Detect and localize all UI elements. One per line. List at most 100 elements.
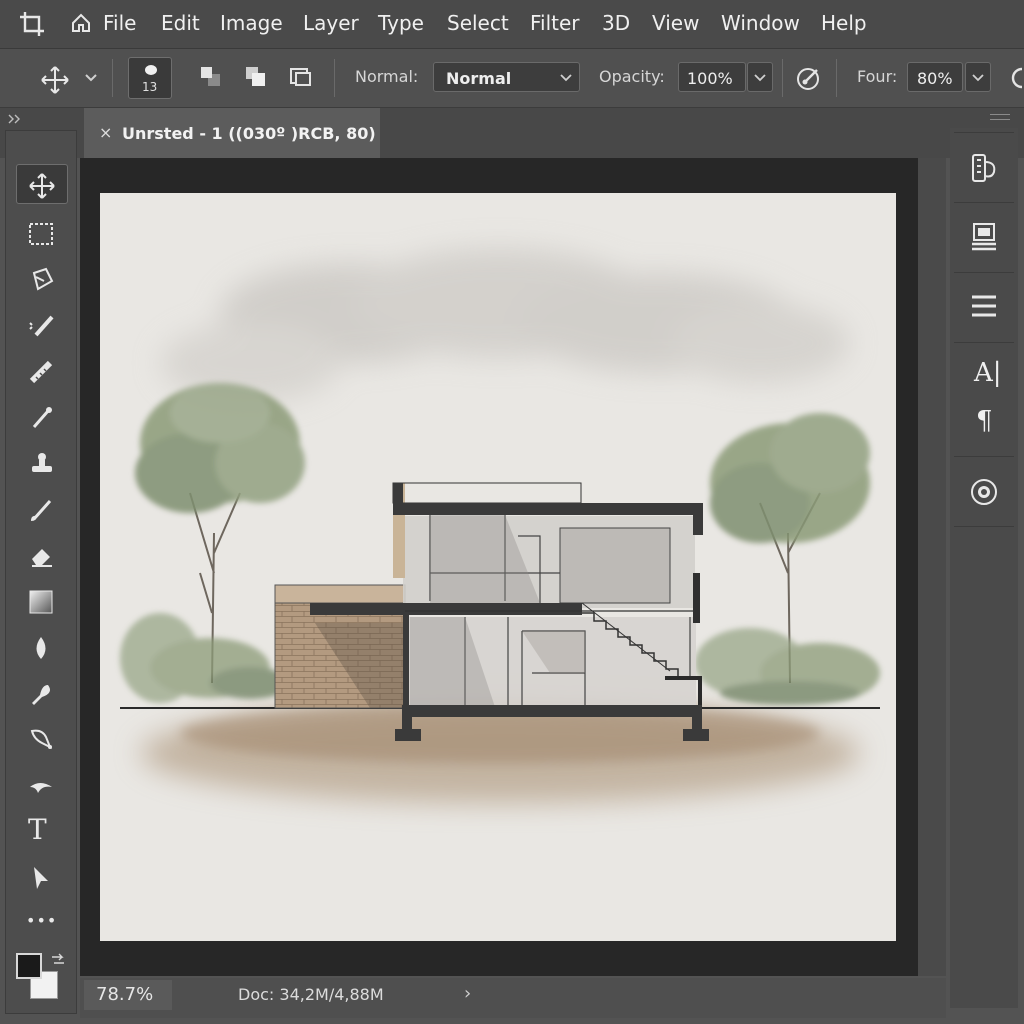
home-icon[interactable] — [70, 12, 92, 34]
right-panel-dock: A| ¶ — [950, 128, 1018, 1008]
path-selection-tool[interactable] — [16, 857, 68, 897]
opacity-dropdown[interactable] — [747, 62, 773, 92]
menu-window[interactable]: Window — [721, 11, 800, 35]
paragraph-panel-button[interactable]: ¶ — [976, 406, 993, 436]
crop-tool[interactable] — [16, 351, 68, 391]
blend-mode-select[interactable]: Normal — [433, 62, 580, 92]
menu-view[interactable]: View — [652, 11, 699, 35]
swap-colors-icon[interactable] — [50, 953, 66, 967]
panel-divider — [954, 132, 1014, 133]
arrow-select-icon — [34, 867, 48, 889]
options-divider — [836, 59, 837, 97]
brush-icon — [31, 500, 52, 521]
pen-tool[interactable] — [16, 719, 68, 759]
lasso-icon — [32, 267, 54, 291]
menu-3d[interactable]: 3D — [602, 11, 630, 35]
menu-layer[interactable]: Layer — [303, 11, 359, 35]
opacity-input[interactable]: 100% — [678, 62, 746, 92]
panel-divider — [954, 272, 1014, 273]
status-menu-arrow[interactable]: › — [464, 983, 471, 1004]
document-tab-title: Unrsted - 1 ((030º )RCB, 80) — [122, 124, 376, 143]
brush-preset-picker[interactable]: 13 — [128, 57, 172, 99]
chevron-down-icon — [754, 74, 766, 82]
menu-help[interactable]: Help — [821, 11, 867, 35]
brush-size-value: 13 — [142, 80, 158, 94]
marquee-tool[interactable] — [16, 213, 68, 253]
color-panel-button[interactable] — [952, 464, 1016, 524]
dodge-icon — [32, 685, 50, 705]
more-tools[interactable]: ••• — [16, 903, 68, 943]
options-divider — [112, 59, 113, 97]
options-bar: 13 Normal: Normal Opacity: 100% Four: 80… — [0, 49, 1024, 108]
move-icon — [29, 173, 55, 199]
pressure-opacity-icon[interactable] — [795, 64, 823, 92]
properties-panel-button[interactable] — [952, 208, 1016, 268]
ellipsis-icon: ••• — [26, 911, 58, 930]
menu-select[interactable]: Select — [447, 11, 509, 35]
options-divider — [334, 59, 335, 97]
document-tab[interactable]: × Unrsted - 1 ((030º )RCB, 80) — [84, 108, 380, 158]
layers-panel-button[interactable] — [952, 278, 1016, 338]
drop-icon — [36, 637, 46, 659]
eraser-tool[interactable] — [16, 535, 68, 575]
ruler-icon — [29, 360, 53, 384]
menu-edit[interactable]: Edit — [161, 11, 200, 35]
healing-brush-tool[interactable] — [16, 397, 68, 437]
dodge-tool[interactable] — [16, 673, 68, 713]
menu-image[interactable]: Image — [220, 11, 283, 35]
lasso-tool[interactable] — [16, 259, 68, 299]
chevron-down-icon — [560, 74, 572, 82]
crop-icon[interactable] — [18, 10, 46, 38]
gradient-tool[interactable] — [16, 581, 68, 621]
history-icon — [972, 154, 996, 182]
blur-tool[interactable] — [16, 627, 68, 667]
mode-label: Normal: — [355, 67, 419, 86]
quick-selection-tool[interactable] — [16, 305, 68, 345]
flow-label: Four: — [857, 67, 898, 86]
brush-settings-icon[interactable] — [198, 64, 224, 90]
color-wheel-icon — [971, 479, 997, 505]
type-tool[interactable]: T — [16, 811, 68, 851]
character-panel-button[interactable]: A| — [974, 358, 1002, 388]
clone-stamp-tool[interactable] — [16, 443, 68, 483]
gradient-icon — [29, 590, 53, 614]
brush-tip-icon — [145, 65, 157, 75]
blend-mode-value: Normal — [446, 69, 512, 88]
brush-tool[interactable] — [16, 489, 68, 529]
opacity-value: 100% — [687, 69, 733, 88]
clone-source-icon[interactable] — [243, 64, 269, 90]
panel-grip[interactable] — [990, 114, 1010, 120]
type-icon: T — [28, 813, 47, 846]
zoom-level[interactable]: 78.7% — [96, 984, 153, 1005]
eraser-icon — [32, 549, 52, 567]
architectural-section-artwork — [120, 248, 880, 803]
chevron-down-icon — [972, 74, 984, 82]
properties-icon — [972, 223, 996, 251]
menu-type[interactable]: Type — [378, 11, 424, 35]
menu-lines-icon — [972, 295, 996, 317]
move-tool[interactable] — [16, 164, 68, 204]
close-tab-icon[interactable]: × — [99, 123, 112, 142]
airbrush-icon[interactable] — [1008, 65, 1024, 91]
history-panel-button[interactable] — [952, 138, 1016, 198]
flow-value: 80% — [917, 69, 953, 88]
flow-input[interactable]: 80% — [907, 62, 963, 92]
marquee-icon — [29, 223, 53, 245]
chevron-down-icon[interactable] — [84, 73, 98, 83]
canvas-document[interactable] — [100, 193, 896, 941]
collapse-panel-icon[interactable] — [8, 114, 22, 124]
foreground-color-swatch[interactable] — [16, 953, 42, 979]
menu-file[interactable]: File — [103, 11, 136, 35]
menu-filter[interactable]: Filter — [530, 11, 580, 35]
panel-divider — [954, 456, 1014, 457]
healing-icon — [32, 407, 52, 428]
document-info: Doc: 34,2M/4,88M — [238, 985, 384, 1004]
move-tool-preset-icon[interactable] — [40, 65, 70, 95]
opacity-label: Opacity: — [599, 67, 665, 86]
status-bar — [80, 978, 946, 1018]
flow-dropdown[interactable] — [965, 62, 991, 92]
sample-layers-icon[interactable] — [288, 64, 314, 90]
vertical-scrollbar-track[interactable] — [918, 158, 946, 976]
quick-selection-icon — [29, 315, 54, 337]
smudge-tool[interactable] — [16, 765, 68, 805]
